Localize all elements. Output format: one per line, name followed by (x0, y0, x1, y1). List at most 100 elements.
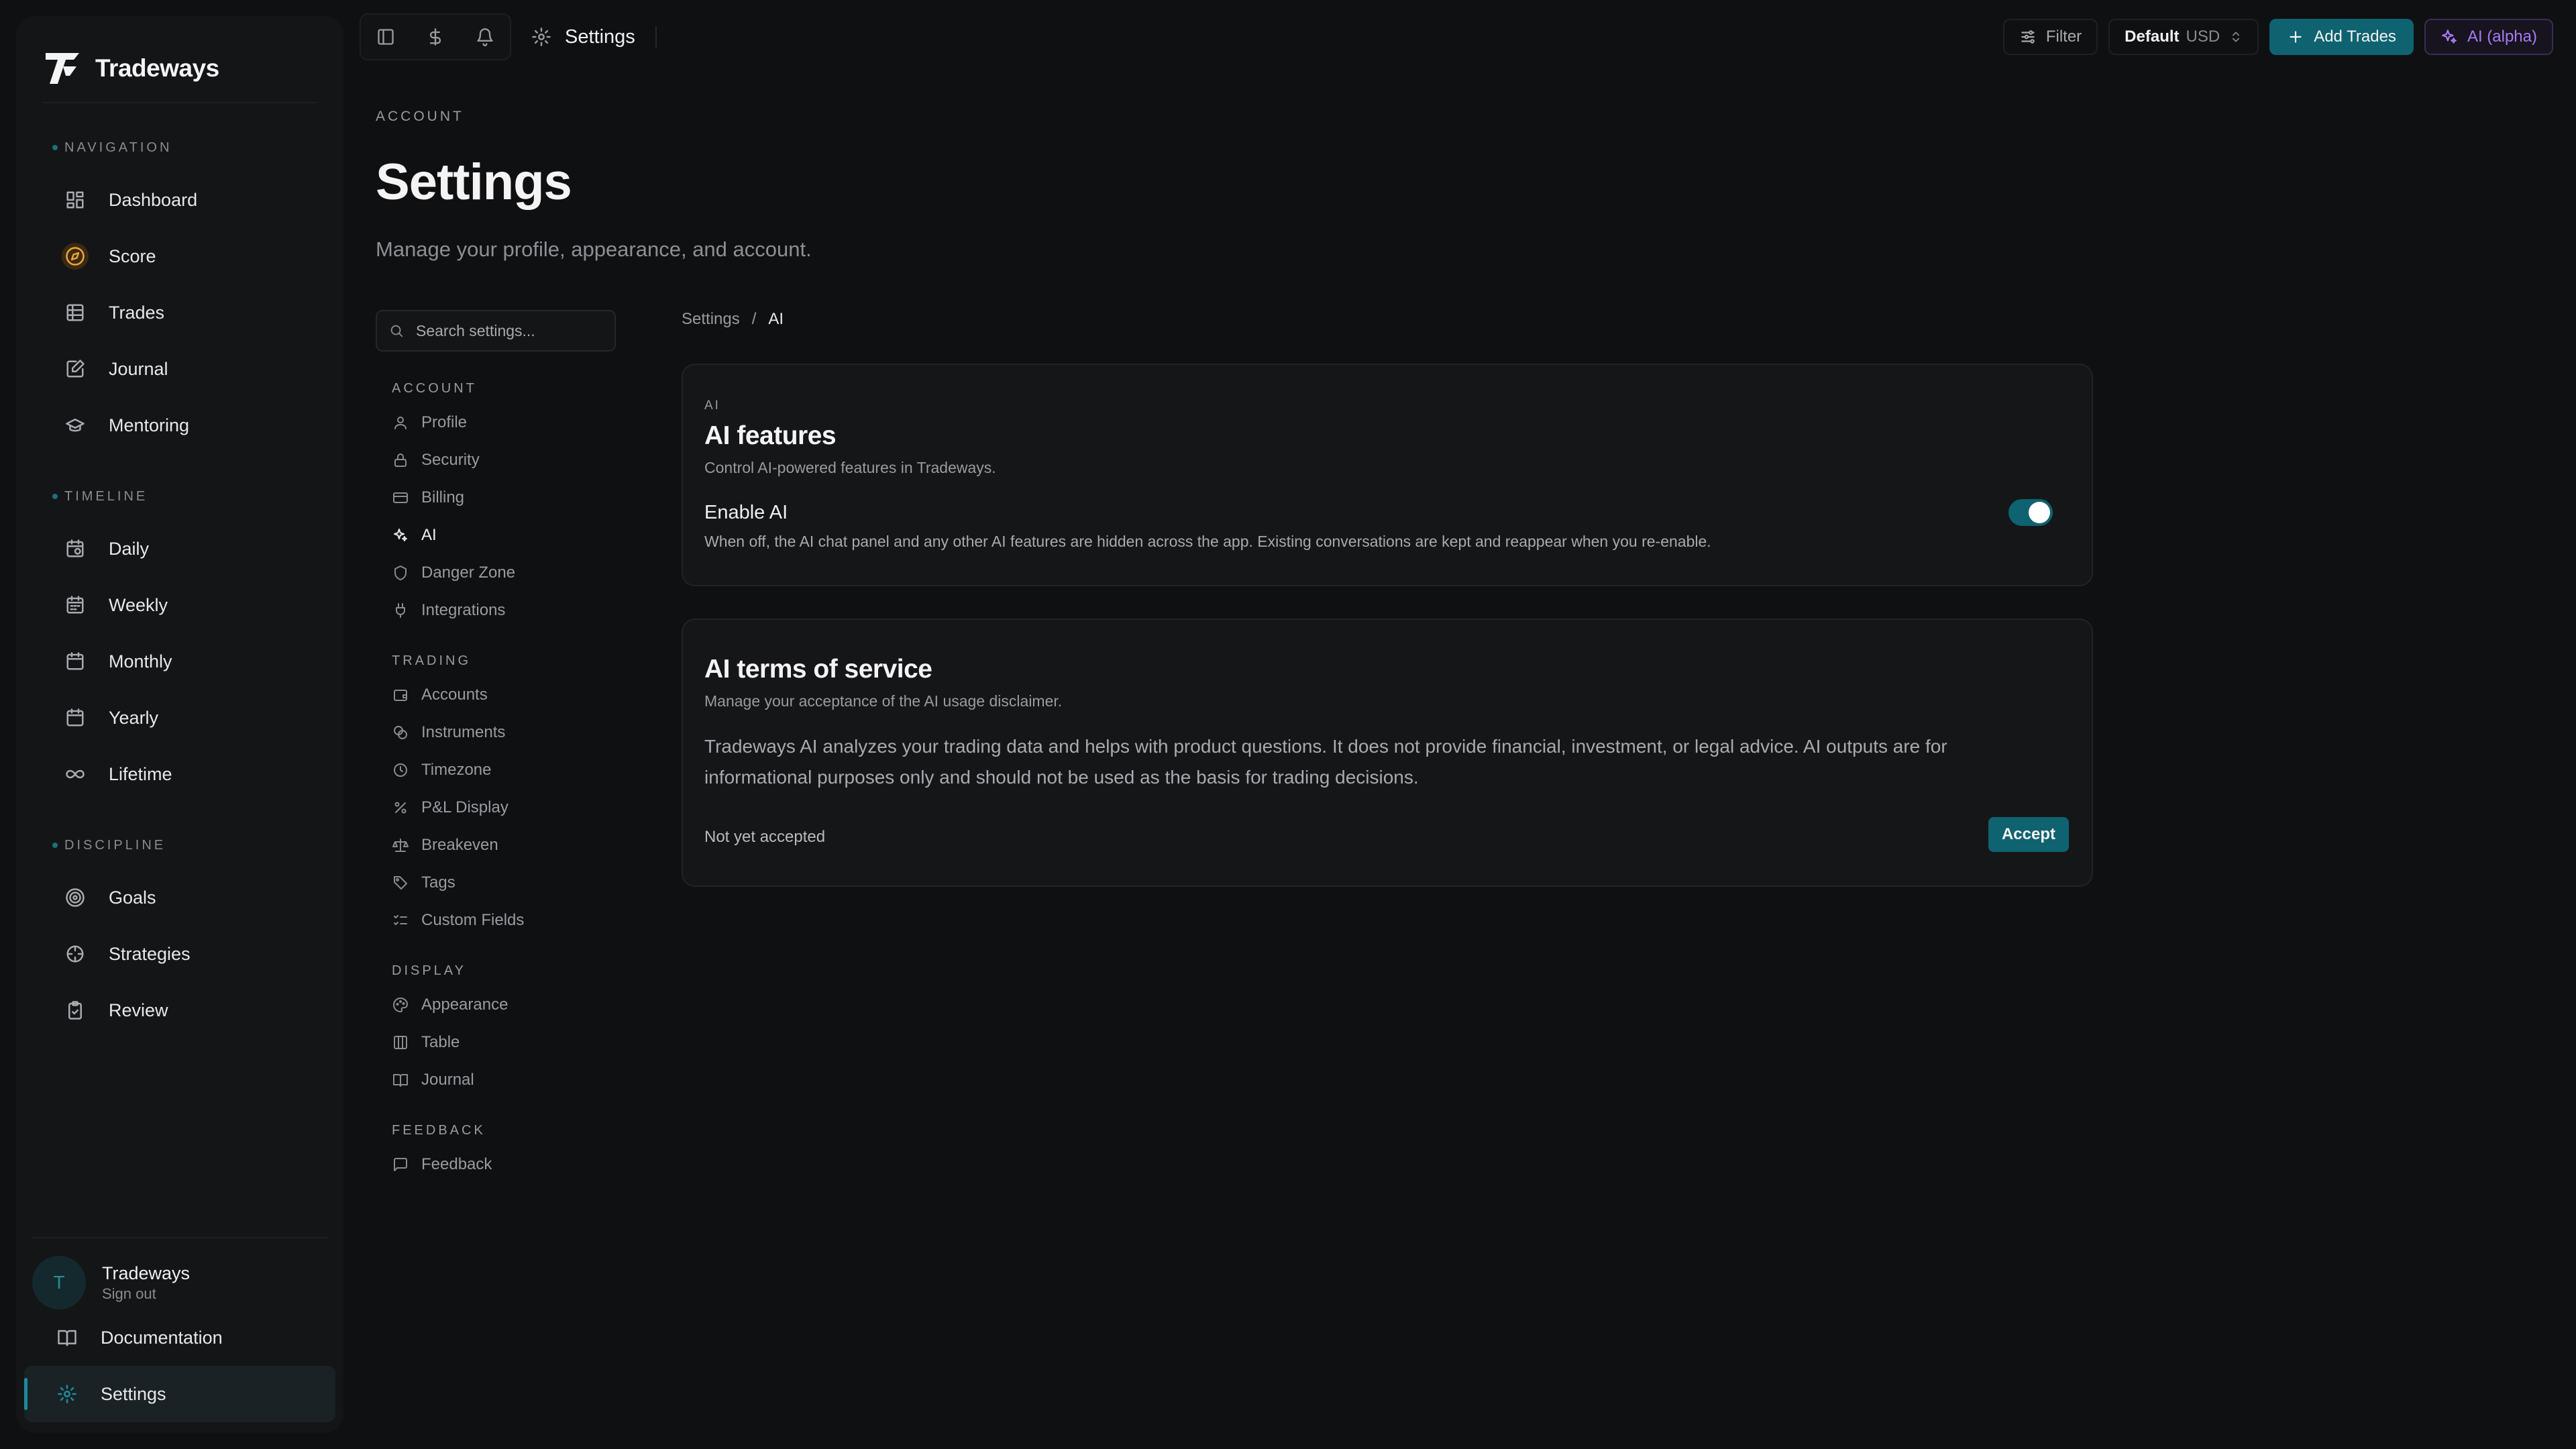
sidebar-item-review[interactable]: Review (38, 982, 327, 1038)
settings-nav-profile[interactable]: Profile (392, 407, 467, 439)
sidebar-item-score[interactable]: Score (38, 228, 327, 284)
bell-icon (476, 28, 494, 46)
settings-nav-label: Journal (421, 1071, 474, 1089)
settings-nav-label: P&L Display (421, 798, 508, 816)
user-card[interactable]: T Tradeways Sign out (32, 1256, 190, 1309)
settings-nav-label: Danger Zone (421, 564, 516, 582)
sidebar-item-yearly[interactable]: Yearly (38, 690, 327, 746)
brand[interactable]: Tradeways (43, 47, 219, 90)
sidebar-item-label: Dashboard (109, 189, 198, 210)
dollar-icon (426, 28, 445, 46)
settings-nav-instruments[interactable]: Instruments (392, 716, 505, 749)
sidebar-item-trades[interactable]: Trades (38, 284, 327, 341)
settings-search[interactable] (376, 310, 616, 352)
filter-label: Filter (2045, 28, 2082, 46)
sidebar-item-lifetime[interactable]: Lifetime (38, 746, 327, 802)
sparkles-icon (2440, 28, 2458, 46)
ai-alpha-button[interactable]: AI (alpha) (2424, 19, 2553, 55)
sidebar-item-label: Weekly (109, 594, 168, 615)
sidebar-item-monthly[interactable]: Monthly (38, 633, 327, 690)
page-title: Settings (376, 154, 572, 211)
sidebar-item-label: Monthly (109, 651, 172, 672)
settings-nav-group-heading: FEEDBACK (392, 1123, 486, 1138)
brand-name: Tradeways (95, 54, 219, 82)
settings-nav-danger-zone[interactable]: Danger Zone (392, 557, 515, 589)
settings-nav-ai[interactable]: AI (392, 519, 437, 551)
sidebar-item-journal[interactable]: Journal (38, 341, 327, 397)
card-title: AI terms of service (704, 655, 932, 684)
credit-card-icon (392, 489, 409, 506)
enable-ai-toggle[interactable] (2008, 499, 2053, 526)
sidebar-item-strategies[interactable]: Strategies (38, 926, 327, 982)
settings-nav-group-heading: TRADING (392, 653, 471, 668)
settings-nav-feedback[interactable]: Feedback (392, 1148, 492, 1181)
search-input[interactable] (415, 321, 598, 341)
sidebar-item-daily[interactable]: Daily (38, 521, 327, 577)
search-icon (389, 323, 404, 338)
breadcrumb-current: AI (768, 310, 784, 328)
settings-nav-accounts[interactable]: Accounts (392, 679, 488, 711)
percent-icon (392, 799, 409, 816)
settings-nav-breakeven[interactable]: Breakeven (392, 829, 498, 861)
sidebar-item-label: Yearly (109, 707, 159, 728)
calendar-icon (62, 704, 89, 731)
settings-nav-integrations[interactable]: Integrations (392, 594, 505, 627)
settings-nav-billing[interactable]: Billing (392, 482, 464, 514)
tag-icon (392, 874, 409, 892)
calendar-icon (62, 648, 89, 675)
settings-nav-label: Billing (421, 488, 465, 506)
columns-icon (392, 1034, 409, 1051)
wallet-icon (392, 686, 409, 704)
currency-button[interactable] (411, 15, 460, 59)
dashboard-icon (62, 186, 89, 213)
breadcrumb-root[interactable]: Settings (682, 310, 740, 329)
gear-icon (531, 27, 551, 47)
table-icon (62, 299, 89, 326)
target-icon (62, 884, 89, 911)
settings-nav-label: Profile (421, 413, 468, 431)
sidebar-item-label: Goals (109, 887, 156, 908)
notifications-button[interactable] (460, 15, 510, 59)
sidebar-item-label: Score (109, 246, 156, 266)
card-title: AI features (704, 421, 837, 450)
account-select[interactable]: Default USD (2108, 19, 2259, 55)
sidebar-item-dashboard[interactable]: Dashboard (38, 172, 327, 228)
compass-icon (62, 243, 89, 270)
sidebar-item-mentoring[interactable]: Mentoring (38, 397, 327, 453)
sign-out-link[interactable]: Sign out (102, 1285, 190, 1303)
breadcrumb-separator: / (751, 310, 757, 328)
toggle-knob (2029, 502, 2050, 523)
divider (32, 1237, 327, 1238)
book-open-icon (54, 1324, 80, 1351)
settings-nav-table[interactable]: Table (392, 1026, 460, 1059)
enable-ai-label: Enable AI (704, 502, 788, 523)
clock-icon (392, 761, 409, 779)
sidebar-section-timeline: TIMELINE Daily Weekly Monthly Yearly Lif… (38, 486, 327, 802)
page-overline: ACCOUNT (376, 109, 464, 124)
divider (655, 26, 657, 48)
settings-nav-label: AI (421, 526, 437, 544)
settings-nav-custom-fields[interactable]: Custom Fields (392, 904, 524, 936)
calendar-clock-icon (62, 535, 89, 562)
sidebar-item-label: Journal (109, 358, 168, 379)
settings-nav-timezone[interactable]: Timezone (392, 754, 491, 786)
settings-nav-pnl-display[interactable]: P&L Display (392, 792, 508, 824)
page-subtitle: Manage your profile, appearance, and acc… (376, 237, 812, 261)
add-trades-button[interactable]: Add Trades (2269, 19, 2414, 55)
ai-alpha-label: AI (alpha) (2467, 28, 2537, 46)
sidebar-item-settings[interactable]: Settings (24, 1366, 335, 1422)
settings-nav-security[interactable]: Security (392, 444, 480, 476)
accept-button[interactable]: Accept (1988, 817, 2069, 852)
sidebar-item-weekly[interactable]: Weekly (38, 577, 327, 633)
settings-nav-label: Integrations (421, 601, 506, 619)
clipboard-check-icon (62, 997, 89, 1024)
user-name: Tradeways (102, 1263, 191, 1283)
settings-nav-journal[interactable]: Journal (392, 1064, 474, 1096)
settings-nav-appearance[interactable]: Appearance (392, 989, 508, 1021)
card-subtitle: Manage your acceptance of the AI usage d… (704, 692, 1063, 710)
toggle-sidebar-button[interactable] (361, 15, 411, 59)
filter-button[interactable]: Filter (2002, 19, 2098, 55)
documentation-link[interactable]: Documentation (24, 1309, 335, 1366)
sidebar-item-goals[interactable]: Goals (38, 869, 327, 926)
settings-nav-tags[interactable]: Tags (392, 867, 455, 899)
